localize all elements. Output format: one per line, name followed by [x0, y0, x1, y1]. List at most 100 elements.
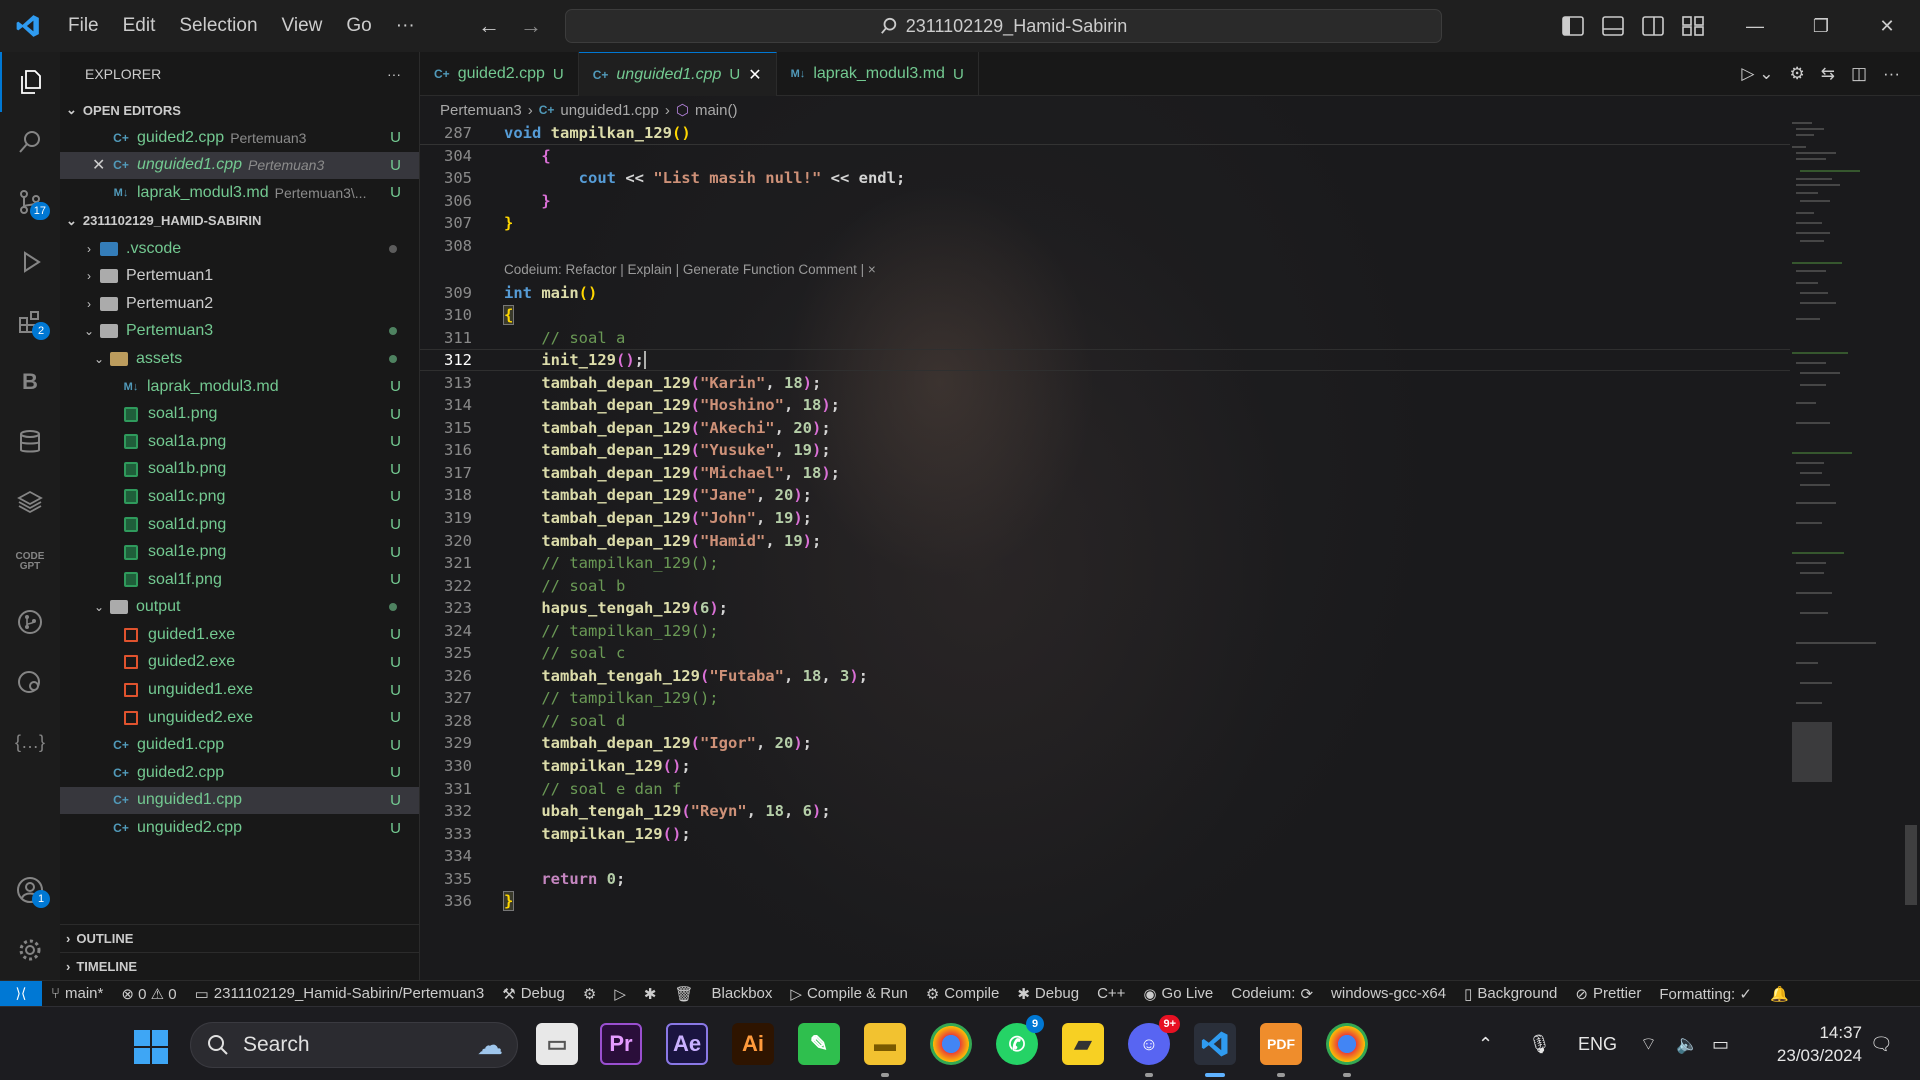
tab-close-icon[interactable]: ✕ [748, 65, 761, 85]
breadcrumb-file[interactable]: unguided1.cpp [560, 102, 658, 119]
workspace-path[interactable]: ▭ 2311102129_Hamid-Sabirin/Pertemuan3 [186, 985, 494, 1003]
search-icon[interactable] [0, 112, 60, 172]
show-hidden-icons[interactable]: ⌃ [1478, 1007, 1493, 1080]
tree-file[interactable]: guided1.exe U [60, 621, 419, 649]
breadcrumb-symbol[interactable]: main() [695, 102, 738, 119]
back-arrow-icon[interactable]: ← [478, 13, 500, 39]
git-branch[interactable]: ⑂ main* [42, 985, 112, 1002]
after-effects-icon[interactable]: Ae [666, 1023, 708, 1065]
formatting-item[interactable]: Formatting: ✓ [1650, 985, 1761, 1003]
manage-gear-icon[interactable] [0, 920, 60, 980]
workspace-folder-header[interactable]: ⌄ 2311102129_HAMID-SABIRIN [60, 207, 419, 235]
customize-layout-icon[interactable] [1682, 16, 1704, 36]
minimap[interactable] [1790, 122, 1900, 802]
tree-file[interactable]: soal1f.png U [60, 566, 419, 594]
illustrator-icon[interactable]: Ai [732, 1023, 774, 1065]
tree-folder[interactable]: ⌄ output [60, 594, 419, 622]
bug-icon[interactable]: ✱ [635, 985, 666, 1003]
menu-edit[interactable]: Edit [111, 0, 168, 52]
tree-file[interactable]: C+ guided2.cpp U [60, 759, 419, 787]
scrollbar-thumb[interactable] [1905, 825, 1917, 905]
toggle-secondary-sidebar-icon[interactable] [1642, 16, 1664, 36]
compile-run-item[interactable]: ▷ Compile & Run [781, 985, 916, 1003]
forward-arrow-icon[interactable]: → [520, 13, 542, 39]
explorer-icon[interactable] [0, 52, 60, 112]
accounts-icon[interactable]: 1 [0, 860, 60, 920]
codeium-codelens[interactable]: Codeium: Refactor | Explain | Generate F… [420, 257, 1790, 281]
remote-indicator-icon[interactable]: ⟩⟨ [0, 980, 42, 1007]
tree-folder[interactable]: › Pertemuan1 [60, 262, 419, 290]
minimize-button[interactable]: — [1722, 0, 1788, 52]
tree-file[interactable]: guided2.exe U [60, 649, 419, 677]
close-icon[interactable]: ✕ [92, 155, 112, 175]
premiere-pro-icon[interactable]: Pr [600, 1023, 642, 1065]
open-editor-item[interactable]: C+ guided2.cpp Pertemuan3 U [60, 124, 419, 152]
toggle-primary-sidebar-icon[interactable] [1562, 16, 1584, 36]
tree-file[interactable]: unguided2.exe U [60, 704, 419, 732]
debug-run-item[interactable]: ✱ Debug [1008, 985, 1088, 1003]
tree-file[interactable]: C+ unguided2.cpp U [60, 814, 419, 842]
compare-changes-icon[interactable]: ⇆ [1821, 64, 1835, 84]
git-graph-icon[interactable] [0, 592, 60, 652]
tree-file[interactable]: soal1d.png U [60, 511, 419, 539]
background-item[interactable]: ▯ Background [1455, 985, 1566, 1003]
tree-file-selected[interactable]: C+ unguided1.cpp U [60, 786, 419, 815]
blackbox-item[interactable]: Blackbox [703, 985, 782, 1002]
debug-item[interactable]: ⚒ Debug [493, 985, 574, 1003]
trash-icon[interactable]: 🗑 [665, 985, 702, 1003]
tree-file[interactable]: soal1e.png U [60, 538, 419, 566]
tree-folder[interactable]: ⌄ assets [60, 345, 419, 373]
compiler-select[interactable]: windows-gcc-x64 [1322, 985, 1455, 1002]
tree-file[interactable]: soal1a.png U [60, 428, 419, 456]
menu-go[interactable]: Go [334, 0, 383, 52]
tab-guided2[interactable]: C+ guided2.cpp U [420, 52, 579, 96]
microphone-icon[interactable]: 🎙 [1528, 1007, 1551, 1080]
notification-center-icon[interactable]: 🗨 [1870, 1007, 1893, 1080]
outline-section[interactable]: › OUTLINE [60, 924, 420, 952]
sticky-notes-icon[interactable]: ▰ [1062, 1023, 1104, 1065]
tab-laprak[interactable]: M↓ laprak_modul3.md U [777, 52, 979, 96]
language-mode[interactable]: C++ [1088, 985, 1134, 1002]
task-view-icon[interactable]: ▭ [536, 1023, 578, 1065]
windows-start-icon[interactable] [133, 1029, 169, 1065]
chrome-profile-icon[interactable] [1326, 1023, 1368, 1065]
tree-folder[interactable]: › Pertemuan2 [60, 290, 419, 318]
tree-file[interactable]: M↓ laprak_modul3.md U [60, 373, 419, 401]
code-editor[interactable]: 287 void tampilkan_129() 304 { 305 cout <… [420, 122, 1790, 913]
explorer-more-actions[interactable]: ··· [387, 66, 401, 82]
taskbar-search[interactable]: Search ☁ [190, 1022, 518, 1068]
input-language[interactable]: ENG [1578, 1007, 1617, 1080]
open-editor-item-active[interactable]: ✕ C+ unguided1.cpp Pertemuan3 U [60, 151, 419, 180]
battery-icon[interactable]: ▭ [1712, 1007, 1729, 1080]
tree-file[interactable]: soal1b.png U [60, 456, 419, 484]
json-icon[interactable]: {…} [0, 712, 60, 772]
menu-selection[interactable]: Selection [167, 0, 269, 52]
menu-view[interactable]: View [270, 0, 335, 52]
remote-explorer-icon[interactable] [0, 652, 60, 712]
toggle-panel-icon[interactable] [1602, 16, 1624, 36]
discord-icon[interactable]: ☺ 9+ [1128, 1015, 1180, 1065]
open-editors-header[interactable]: ⌄ OPEN EDITORS [60, 96, 419, 124]
tree-folder[interactable]: › .vscode [60, 235, 419, 263]
notes-app-icon[interactable]: ✎ [798, 1023, 840, 1065]
source-control-icon[interactable]: 17 [0, 172, 60, 232]
run-icon[interactable]: ▷ [605, 985, 635, 1003]
blackbox-icon[interactable]: B [0, 352, 60, 412]
run-file-icon[interactable]: ▷ ⌄ [1741, 64, 1773, 84]
wifi-icon[interactable]: ⌔ [1640, 1007, 1657, 1080]
tree-file[interactable]: C+ guided1.cpp U [60, 731, 419, 759]
clock[interactable]: 14:37 23/03/2024 [1762, 1021, 1862, 1067]
notifications-bell-icon[interactable]: 🔔 [1761, 985, 1798, 1003]
codegpt-icon[interactable]: CODE GPT [0, 532, 60, 592]
go-live-button[interactable]: ◉ Go Live [1134, 985, 1222, 1003]
timeline-section[interactable]: › TIMELINE [60, 952, 420, 980]
close-window-button[interactable]: ✕ [1854, 0, 1920, 52]
codeium-status[interactable]: Codeium: ⟳ [1222, 985, 1322, 1003]
menu-more[interactable]: ··· [384, 0, 427, 52]
run-debug-icon[interactable] [0, 232, 60, 292]
vscode-taskbar-icon[interactable] [1194, 1023, 1236, 1065]
tree-file[interactable]: unguided1.exe U [60, 676, 419, 704]
tree-file[interactable]: soal1.png U [60, 400, 419, 428]
tree-folder[interactable]: ⌄ Pertemuan3 [60, 318, 419, 346]
menu-file[interactable]: File [56, 0, 111, 52]
